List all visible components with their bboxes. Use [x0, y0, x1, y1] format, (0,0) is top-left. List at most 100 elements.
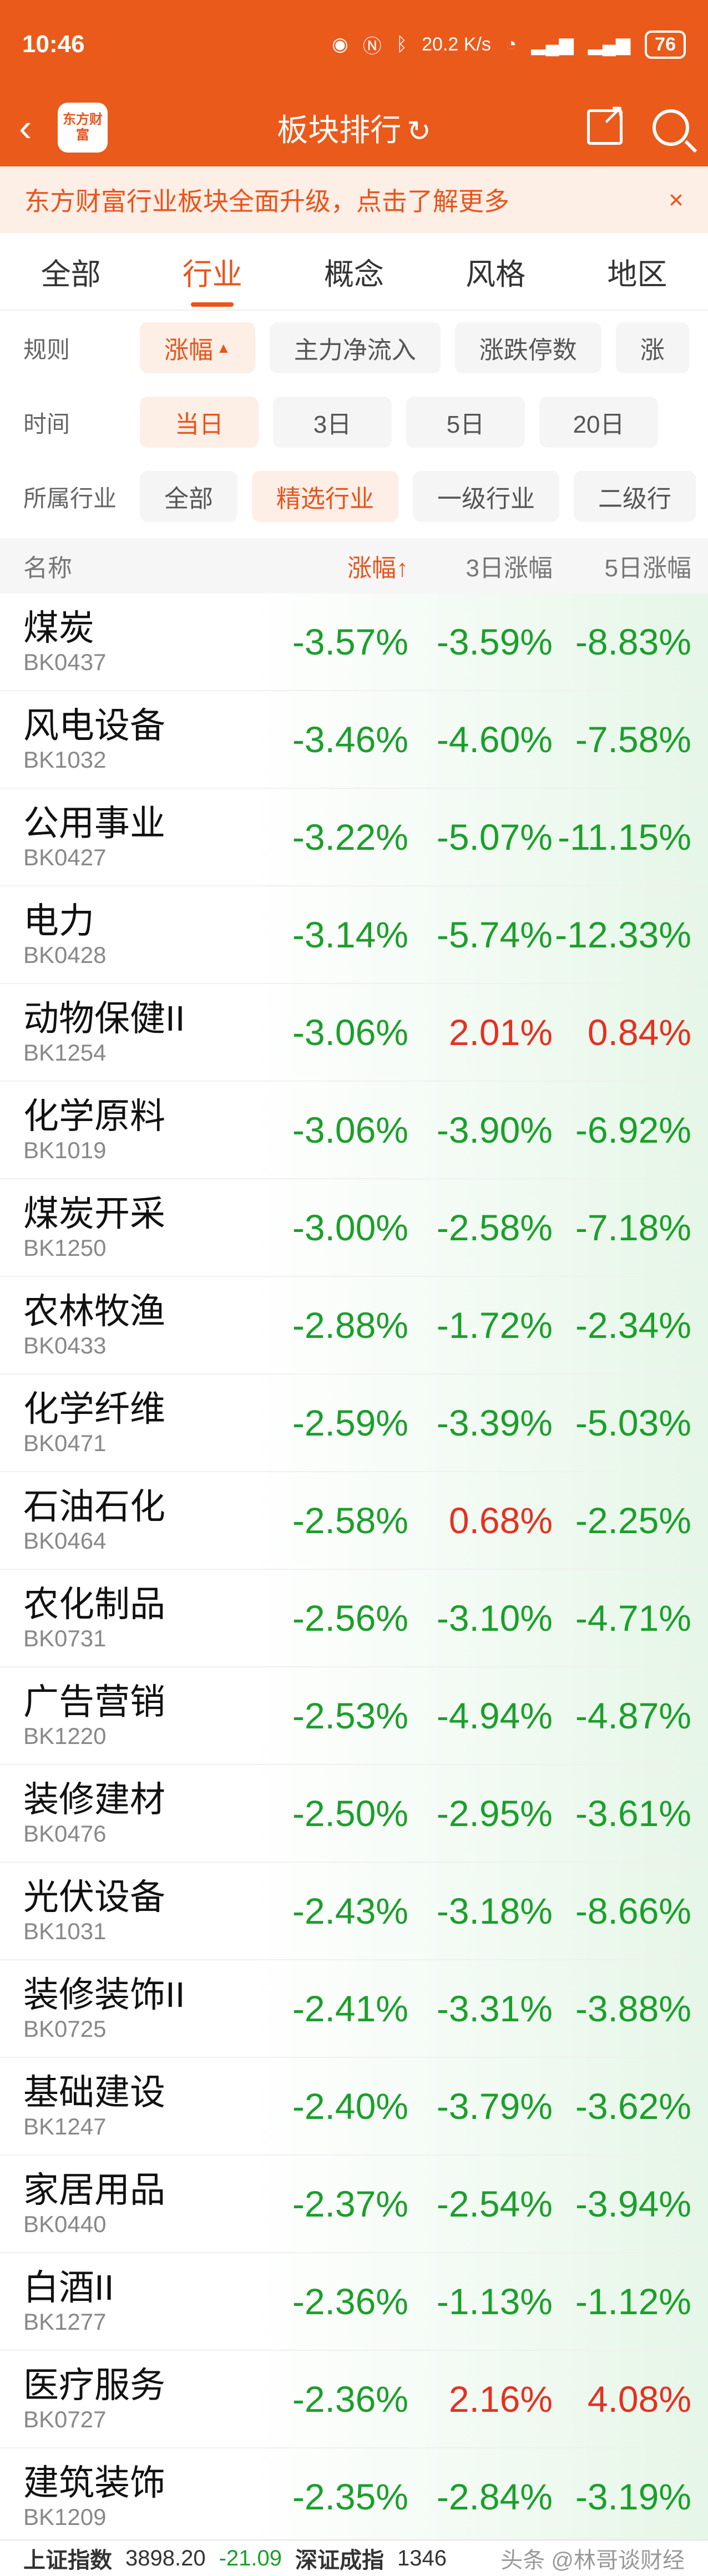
change-5d: -3.88% — [575, 1988, 691, 2029]
table-row[interactable]: 公用事业 BK0427 -3.22% -5.07% -11.15% — [0, 789, 708, 886]
table-row[interactable]: 建筑装饰 BK1209 -2.35% -2.84% -3.19% — [0, 2448, 708, 2546]
sector-name: 光伏设备 — [23, 1877, 165, 1917]
table-row[interactable]: 装修建材 BK0476 -2.50% -2.95% -3.61% — [0, 1765, 708, 1863]
filter-rule-label: 规则 — [23, 336, 70, 363]
change-1d: -3.00% — [292, 1207, 408, 1248]
table-row[interactable]: 电力 BK0428 -3.14% -5.74% -12.33% — [0, 886, 708, 984]
rule-more-chip[interactable]: 涨 — [615, 322, 689, 373]
sector-name: 风电设备 — [23, 706, 165, 746]
change-3d: -5.07% — [436, 817, 553, 858]
sector-name: 家居用品 — [23, 2170, 165, 2210]
table-header: 名称 涨幅↑ 3日涨幅 5日涨幅 — [0, 538, 708, 594]
header-5d-change[interactable]: 5日涨幅 — [553, 548, 708, 584]
change-1d: -2.40% — [292, 2086, 408, 2127]
sector-name-cell: 建筑装饰 BK1209 — [23, 2462, 264, 2531]
change-3d: 0.68% — [448, 1500, 553, 1541]
sector-code: BK0725 — [23, 2016, 107, 2042]
change-1d: -2.56% — [292, 1598, 408, 1639]
table-row[interactable]: 农化制品 BK0731 -2.56% -3.10% -4.71% — [0, 1570, 708, 1667]
change-5d: 4.08% — [587, 2379, 691, 2420]
table-row[interactable]: 广告营销 BK1220 -2.53% -4.94% -4.87% — [0, 1667, 708, 1765]
change-3d: -3.31% — [436, 1988, 553, 2029]
industry-level2-chip[interactable]: 二级行 — [574, 471, 696, 522]
index-ticker[interactable]: 上证指数 3898.20 -21.09 深证成指 1346 头条 @林哥谈财经 — [0, 2539, 708, 2576]
search-icon[interactable] — [653, 109, 689, 146]
sector-code: BK1250 — [23, 1235, 107, 1261]
eye-icon: ◉ — [332, 34, 348, 55]
sector-name: 农化制品 — [23, 1584, 165, 1624]
tab-concept[interactable]: 概念 — [318, 239, 390, 305]
change-1d: -2.50% — [292, 1793, 408, 1834]
sector-name-cell: 装修建材 BK0476 — [23, 1779, 264, 1848]
time-20d-chip[interactable]: 20日 — [539, 397, 658, 448]
industry-selected-chip[interactable]: 精选行业 — [252, 471, 398, 522]
sector-code: BK1220 — [23, 1723, 107, 1749]
table-row[interactable]: 动物保健II BK1254 -3.06% 2.01% 0.84% — [0, 984, 708, 1082]
change-1d: -2.53% — [292, 1695, 408, 1736]
change-1d: -3.57% — [292, 621, 408, 662]
change-1d: -2.35% — [292, 2476, 408, 2517]
table-row[interactable]: 农林牧渔 BK0433 -2.88% -1.72% -2.34% — [0, 1277, 708, 1375]
table-row[interactable]: 家居用品 BK0440 -2.37% -2.54% -3.94% — [0, 2156, 708, 2253]
table-row[interactable]: 石油石化 BK0464 -2.58% 0.68% -2.25% — [0, 1472, 708, 1570]
change-3d: -3.59% — [436, 621, 553, 662]
change-3d: -1.72% — [436, 1305, 553, 1346]
sector-name-cell: 煤炭 BK0437 — [23, 607, 264, 676]
rule-limit-chip[interactable]: 涨跌停数 — [454, 322, 601, 373]
time-5d-chip[interactable]: 5日 — [406, 397, 525, 448]
change-1d: -3.06% — [292, 1012, 408, 1053]
sector-name: 白酒II — [23, 2268, 114, 2308]
table-row[interactable]: 光伏设备 BK1031 -2.43% -3.18% -8.66% — [0, 1863, 708, 1960]
sector-name: 装修装饰II — [23, 1975, 185, 2015]
header-3d-change[interactable]: 3日涨幅 — [408, 548, 553, 584]
back-arrow-icon[interactable]: ‹ — [19, 105, 52, 150]
sector-name-cell: 医疗服务 BK0727 — [23, 2365, 264, 2433]
industry-all-chip[interactable]: 全部 — [140, 471, 237, 522]
table-row[interactable]: 基础建设 BK1247 -2.40% -3.79% -3.62% — [0, 2058, 708, 2156]
table-row[interactable]: 白酒II BK1277 -2.36% -1.13% -1.12% — [0, 2253, 708, 2351]
table-row[interactable]: 化学纤维 BK0471 -2.59% -3.39% -5.03% — [0, 1375, 708, 1472]
signal-icon: ▂▄▆ — [531, 34, 574, 55]
sector-name: 农林牧渔 — [23, 1291, 165, 1331]
sector-code: BK1031 — [23, 1918, 107, 1944]
change-3d: -2.84% — [436, 2476, 553, 2517]
time-3d-chip[interactable]: 3日 — [273, 397, 392, 448]
change-3d: 2.16% — [448, 2379, 553, 2420]
change-1d: -2.36% — [292, 2281, 408, 2322]
watermark: 头条 @林哥谈财经 — [500, 2548, 685, 2573]
table-row[interactable]: 风电设备 BK1032 -3.46% -4.60% -7.58% — [0, 691, 708, 789]
change-1d: -2.59% — [292, 1402, 408, 1443]
time-today-chip[interactable]: 当日 — [140, 397, 259, 448]
table-row[interactable]: 装修装饰II BK0725 -2.41% -3.31% -3.88% — [0, 1960, 708, 2058]
notice-text: 东方财富行业板块全面升级，点击了解更多 — [24, 187, 509, 216]
tab-region[interactable]: 地区 — [601, 239, 672, 305]
page-title-text: 板块排行 — [277, 112, 402, 148]
change-5d: -3.62% — [575, 2086, 691, 2127]
change-1d: -3.46% — [292, 719, 408, 760]
change-3d: -3.39% — [436, 1402, 553, 1443]
table-row[interactable]: 化学原料 BK1019 -3.06% -3.90% -6.92% — [0, 1082, 708, 1179]
filter-rule: 规则 涨幅 ▲ 主力净流入 涨跌停数 涨 — [0, 311, 708, 385]
change-3d: -1.13% — [436, 2281, 553, 2322]
table-row[interactable]: 煤炭开采 BK1250 -3.00% -2.58% -7.18% — [0, 1179, 708, 1277]
tab-all[interactable]: 全部 — [36, 239, 107, 305]
sector-list: 煤炭 BK0437 -3.57% -3.59% -8.83% 风电设备 BK1032 -3.4… — [0, 594, 708, 2546]
sector-name-cell: 风电设备 BK1032 — [23, 705, 264, 774]
tab-style[interactable]: 风格 — [460, 239, 531, 305]
bluetooth-icon: ᛒ — [396, 33, 408, 55]
table-row[interactable]: 煤炭 BK0437 -3.57% -3.59% -8.83% — [0, 594, 708, 691]
rule-change-chip[interactable]: 涨幅 ▲ — [140, 322, 255, 373]
share-icon[interactable] — [587, 98, 625, 145]
close-icon[interactable]: × — [669, 185, 684, 215]
header-change[interactable]: 涨幅↑ — [264, 548, 408, 584]
change-5d: -3.61% — [575, 1793, 691, 1834]
index1-name: 上证指数 — [23, 2548, 112, 2573]
rule-netflow-chip[interactable]: 主力净流入 — [269, 322, 441, 373]
upgrade-notice[interactable]: 东方财富行业板块全面升级，点击了解更多 × — [0, 166, 708, 233]
tab-industry[interactable]: 行业 — [177, 239, 248, 307]
refresh-icon[interactable]: ↻ — [407, 115, 431, 148]
change-5d: -3.94% — [575, 2183, 691, 2224]
industry-level1-chip[interactable]: 一级行业 — [413, 471, 559, 522]
table-row[interactable]: 医疗服务 BK0727 -2.36% 2.16% 4.08% — [0, 2351, 708, 2448]
change-5d: -8.66% — [575, 1890, 691, 1931]
